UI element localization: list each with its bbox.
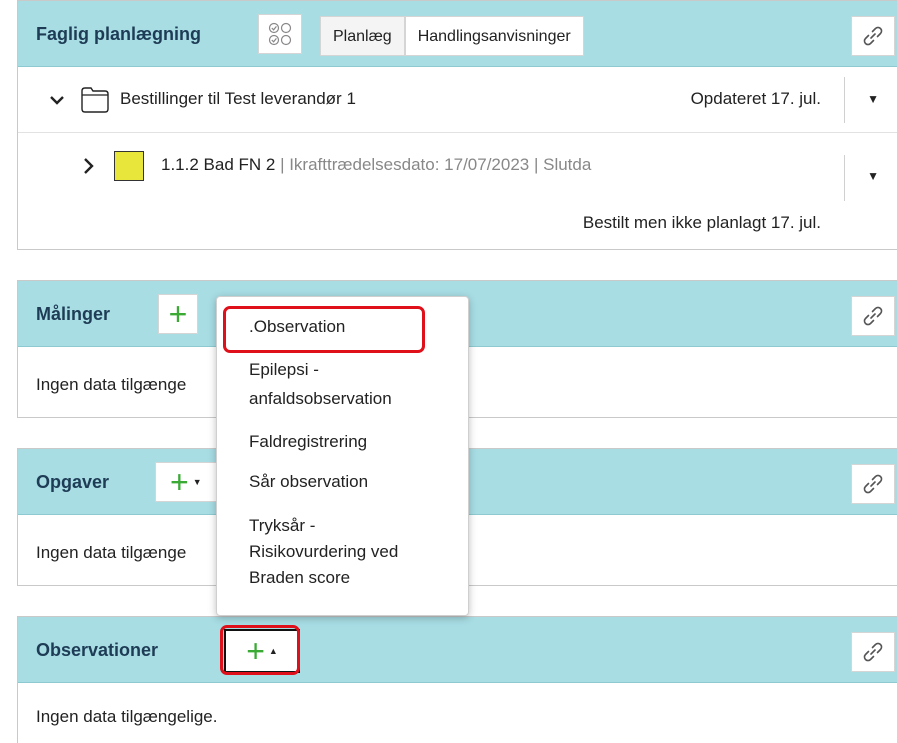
tab-handlingsanvisninger[interactable]: Handlingsanvisninger: [404, 16, 584, 56]
divider: [844, 155, 845, 201]
menu-item-faldregistrering[interactable]: Faldregistrering: [249, 430, 460, 453]
link-icon: [863, 642, 883, 662]
divider: [844, 77, 845, 123]
caret-down-icon[interactable]: ▼: [867, 169, 879, 183]
chevron-down-icon[interactable]: [49, 92, 65, 108]
plan-tabs: Planlæg Handlingsanvisninger: [320, 16, 584, 56]
order-group-status: Opdateret 17. jul.: [690, 89, 821, 108]
menu-item-tryksaar[interactable]: Tryksår - Risikovurdering ved Braden sco…: [249, 514, 460, 589]
link-icon: [863, 26, 883, 46]
empty-state-text: Ingen data tilgængelige.: [36, 707, 218, 726]
link-button[interactable]: [851, 632, 895, 672]
empty-state-text: Ingen data tilgænge: [36, 543, 187, 562]
observation-item-highlight: [223, 306, 425, 353]
link-icon: [863, 474, 883, 494]
caret-down-icon[interactable]: ▼: [867, 92, 879, 106]
order-item-text: 1.1.2 Bad FN 2 | Ikrafttrædelsesdato: 17…: [161, 155, 697, 175]
observationer-panel: Observationer + ▲ Ingen data tilgængelig…: [17, 616, 897, 743]
order-item-details: | Ikrafttrædelsesdato: 17/07/2023 | Slut…: [275, 155, 592, 174]
chevron-right-icon[interactable]: [82, 157, 94, 175]
faglig-planlaegning-header: Faglig planlægning Planlæg Handlingsanvi…: [18, 1, 897, 67]
link-button[interactable]: [851, 296, 895, 336]
faglig-planlaegning-panel: Faglig planlægning Planlæg Handlingsanvi…: [17, 0, 897, 250]
observation-type-menu: .Observation Epilepsi - anfaldsobservati…: [216, 296, 469, 616]
panel-title: Målinger: [36, 304, 111, 324]
menu-item-saar-observation[interactable]: Sår observation: [249, 470, 460, 493]
order-item-status: Bestilt men ikke planlagt 17. jul.: [582, 213, 821, 232]
empty-state-text: Ingen data tilgænge: [36, 375, 187, 394]
add-observation-highlight: [220, 625, 300, 675]
caret-down-icon: ▼: [192, 477, 202, 487]
plus-icon: +: [168, 296, 188, 332]
order-item-row[interactable]: 1.1.2 Bad FN 2 | Ikrafttrædelsesdato: 17…: [18, 133, 897, 251]
checklist-icon: [268, 22, 292, 46]
link-icon: [863, 306, 883, 326]
link-button[interactable]: [851, 464, 895, 504]
tab-planlaeg[interactable]: Planlæg: [320, 16, 405, 56]
order-group-label: Bestillinger til Test leverandør 1: [120, 89, 356, 108]
folder-icon: [81, 87, 109, 113]
menu-item-epilepsi[interactable]: Epilepsi - anfaldsobservation: [249, 358, 460, 410]
add-opgave-button[interactable]: + ▼: [155, 462, 217, 502]
order-item-name: 1.1.2 Bad FN 2: [161, 155, 276, 174]
panel-title: Opgaver: [36, 472, 110, 492]
panel-title: Observationer: [36, 640, 159, 660]
checklist-toggle-button[interactable]: [258, 14, 302, 54]
add-malinger-button[interactable]: +: [158, 294, 198, 334]
panel-title: Faglig planlægning: [36, 24, 201, 44]
order-group-row[interactable]: Bestillinger til Test leverandør 1 Opdat…: [18, 67, 897, 133]
plus-icon: +: [170, 464, 189, 500]
status-color-square: [114, 151, 144, 181]
observationer-header: Observationer + ▲: [18, 617, 897, 683]
link-button[interactable]: [851, 16, 895, 56]
